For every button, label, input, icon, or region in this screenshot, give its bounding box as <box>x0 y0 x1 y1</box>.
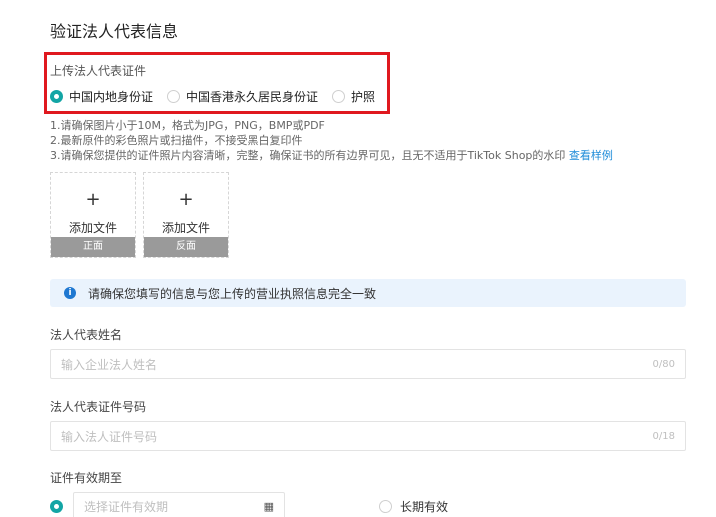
note-line: 2.最新原件的彩色照片或扫描件，不接受黑白复印件 <box>50 134 303 147</box>
page-title: 验证法人代表信息 <box>50 22 179 41</box>
radio-unchecked-icon <box>379 499 392 513</box>
view-example-link[interactable]: 查看样例 <box>569 149 613 162</box>
validity-row: 选择证件有效期 ▦ 长期有效 <box>50 492 448 517</box>
upload-back-button[interactable]: + 添加文件 反面 <box>143 172 229 258</box>
plus-icon: + <box>178 189 194 210</box>
char-counter: 0/18 <box>652 430 675 442</box>
radio-mainland-id[interactable]: 中国内地身份证 <box>50 88 153 105</box>
radio-checked-icon[interactable] <box>50 499 63 513</box>
radio-hk-id[interactable]: 中国香港永久居民身份证 <box>167 88 318 105</box>
radio-label: 护照 <box>351 90 376 104</box>
info-bar: i 请确保您填写的信息与您上传的营业执照信息完全一致 <box>50 279 686 307</box>
radio-unchecked-icon <box>332 90 346 103</box>
add-file-label: 添加文件 <box>161 221 210 235</box>
radio-unchecked-icon <box>167 90 181 103</box>
legal-rep-id-label: 法人代表证件号码 <box>50 400 147 414</box>
input-placeholder: 输入法人证件号码 <box>61 429 158 444</box>
legal-rep-name-label: 法人代表姓名 <box>50 328 123 342</box>
upload-doc-label: 上传法人代表证件 <box>50 64 147 78</box>
calendar-icon: ▦ <box>263 499 274 513</box>
note-line: 1.请确保图片小于10M，格式为JPG，PNG，BMP或PDF <box>50 119 325 132</box>
add-file-label: 添加文件 <box>68 221 117 235</box>
radio-label: 中国内地身份证 <box>69 90 154 104</box>
info-icon: i <box>64 287 76 299</box>
legal-rep-name-input[interactable]: 输入企业法人姓名 0/80 <box>50 349 686 379</box>
upload-requirements: 1.请确保图片小于10M，格式为JPG，PNG，BMP或PDF 2.最新原件的彩… <box>50 118 613 163</box>
input-placeholder: 输入企业法人姓名 <box>61 357 158 372</box>
radio-label: 长期有效 <box>400 499 449 514</box>
radio-passport[interactable]: 护照 <box>332 88 375 105</box>
side-label: 正面 <box>51 237 135 257</box>
upload-area: + 添加文件 正面 + 添加文件 反面 <box>50 172 236 258</box>
date-placeholder: 选择证件有效期 <box>84 499 169 514</box>
legal-rep-id-input[interactable]: 输入法人证件号码 0/18 <box>50 421 686 451</box>
doc-type-radio-group: 中国内地身份证 中国香港永久居民身份证 护照 <box>50 88 389 105</box>
plus-icon: + <box>85 189 101 210</box>
upload-front-button[interactable]: + 添加文件 正面 <box>50 172 136 258</box>
radio-checked-icon <box>50 90 63 103</box>
validity-label: 证件有效期至 <box>50 471 123 485</box>
side-label: 反面 <box>144 237 228 257</box>
info-text: 请确保您填写的信息与您上传的营业执照信息完全一致 <box>88 286 377 301</box>
radio-label: 中国香港永久居民身份证 <box>186 90 319 104</box>
note-line: 3.请确保您提供的证件照片内容清晰，完整，确保证书的所有边界可见，且无不适用于T… <box>50 149 613 162</box>
validity-date-picker[interactable]: 选择证件有效期 ▦ <box>73 492 285 517</box>
char-counter: 0/80 <box>652 358 675 370</box>
radio-long-term[interactable]: 长期有效 <box>379 498 448 515</box>
